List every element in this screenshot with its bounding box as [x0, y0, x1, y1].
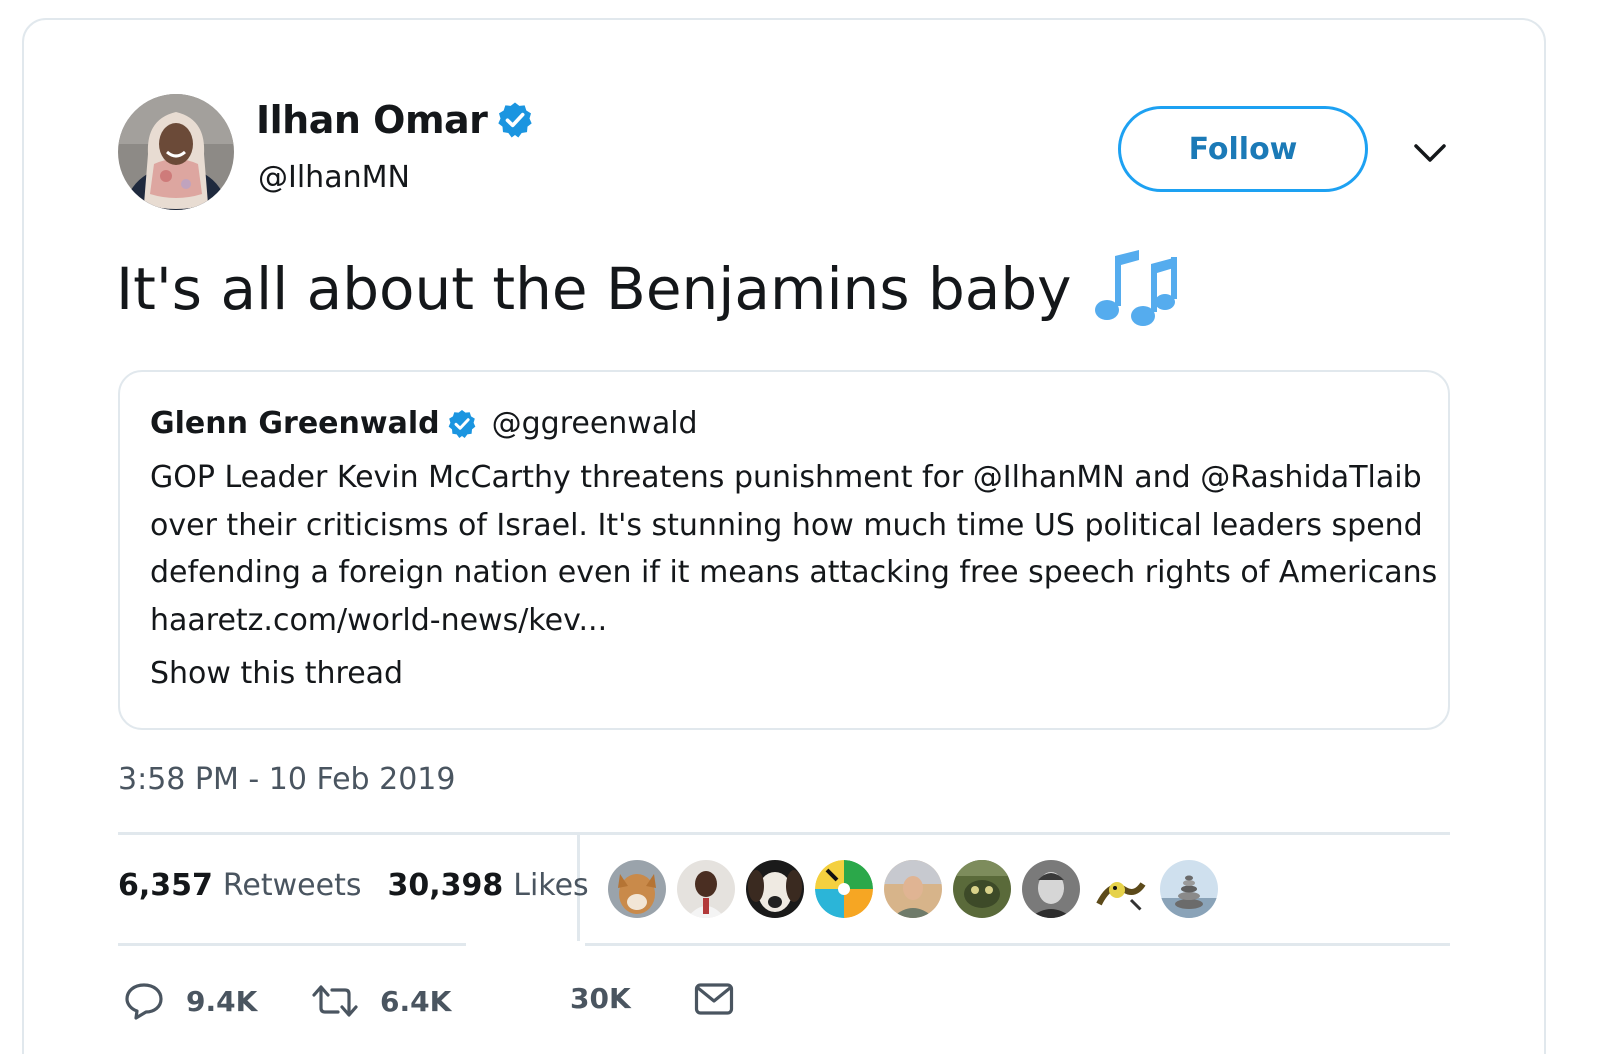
- quoted-text-line: over their criticisms of Israel. It's st…: [150, 507, 1423, 543]
- tweet-text-content: It's all about the Benjamins baby: [116, 255, 1072, 323]
- liker-avatars: [608, 860, 1218, 918]
- chevron-down-icon[interactable]: [1410, 138, 1450, 168]
- reply-count: 9.4K: [186, 984, 258, 1018]
- verified-badge-icon: [446, 408, 478, 440]
- liker-avatar[interactable]: [815, 860, 873, 918]
- divider: [585, 943, 1450, 946]
- quoted-tweet[interactable]: Glenn Greenwald @ggreenwald GOP Leader K…: [118, 370, 1450, 730]
- tweet-timestamp[interactable]: 3:58 PM - 10 Feb 2019: [118, 762, 456, 797]
- liker-avatar[interactable]: [1091, 860, 1149, 918]
- musical-notes-icon: [1093, 250, 1179, 328]
- divider: [118, 943, 466, 946]
- tweet-text: It's all about the Benjamins baby: [116, 250, 1179, 328]
- liker-avatar[interactable]: [884, 860, 942, 918]
- retweet-count: 6.4K: [380, 984, 452, 1018]
- liker-avatar[interactable]: [1022, 860, 1080, 918]
- liker-avatar[interactable]: [746, 860, 804, 918]
- follow-button[interactable]: Follow: [1118, 106, 1368, 192]
- quoted-link[interactable]: haaretz.com/world-news/kev...: [150, 597, 1430, 645]
- tweet-stats: 6,357 Retweets 30,398 Likes: [118, 868, 589, 903]
- like-action[interactable]: 30K: [570, 982, 631, 1015]
- liker-avatar[interactable]: [677, 860, 735, 918]
- retweets-label: Retweets: [222, 868, 362, 903]
- retweets-stat[interactable]: 6,357 Retweets: [118, 868, 361, 903]
- liker-avatar[interactable]: [1160, 860, 1218, 918]
- like-count: 30K: [570, 982, 631, 1015]
- reply-action[interactable]: 9.4K: [124, 982, 257, 1020]
- author-name[interactable]: Ilhan Omar: [256, 98, 535, 142]
- direct-message-action[interactable]: [694, 982, 756, 1016]
- verified-badge-icon: [495, 100, 535, 140]
- likes-count: 30,398: [387, 868, 504, 903]
- liker-avatar[interactable]: [953, 860, 1011, 918]
- likes-label: Likes: [513, 868, 589, 903]
- author-handle[interactable]: @IlhanMN: [258, 160, 410, 195]
- retweet-action[interactable]: 6.4K: [312, 982, 451, 1020]
- retweets-count: 6,357: [118, 868, 213, 903]
- envelope-icon[interactable]: [694, 982, 734, 1016]
- show-thread-link[interactable]: Show this thread: [150, 656, 403, 691]
- retweet-icon[interactable]: [312, 982, 358, 1020]
- liker-avatar[interactable]: [608, 860, 666, 918]
- quoted-tweet-text: GOP Leader Kevin McCarthy threatens puni…: [150, 454, 1438, 645]
- divider: [118, 832, 1450, 835]
- quoted-tweet-header: Glenn Greenwald @ggreenwald: [150, 406, 698, 441]
- author-avatar[interactable]: [118, 94, 234, 210]
- author-name-text[interactable]: Ilhan Omar: [256, 98, 488, 142]
- quoted-text-line: GOP Leader Kevin McCarthy threatens puni…: [150, 460, 1422, 495]
- likes-stat[interactable]: 30,398 Likes: [387, 868, 588, 903]
- quoted-author-handle[interactable]: @ggreenwald: [492, 406, 698, 441]
- quoted-text-line: defending a foreign nation even if it me…: [150, 555, 1438, 590]
- reply-icon[interactable]: [124, 982, 164, 1020]
- quoted-author-name[interactable]: Glenn Greenwald: [150, 406, 440, 441]
